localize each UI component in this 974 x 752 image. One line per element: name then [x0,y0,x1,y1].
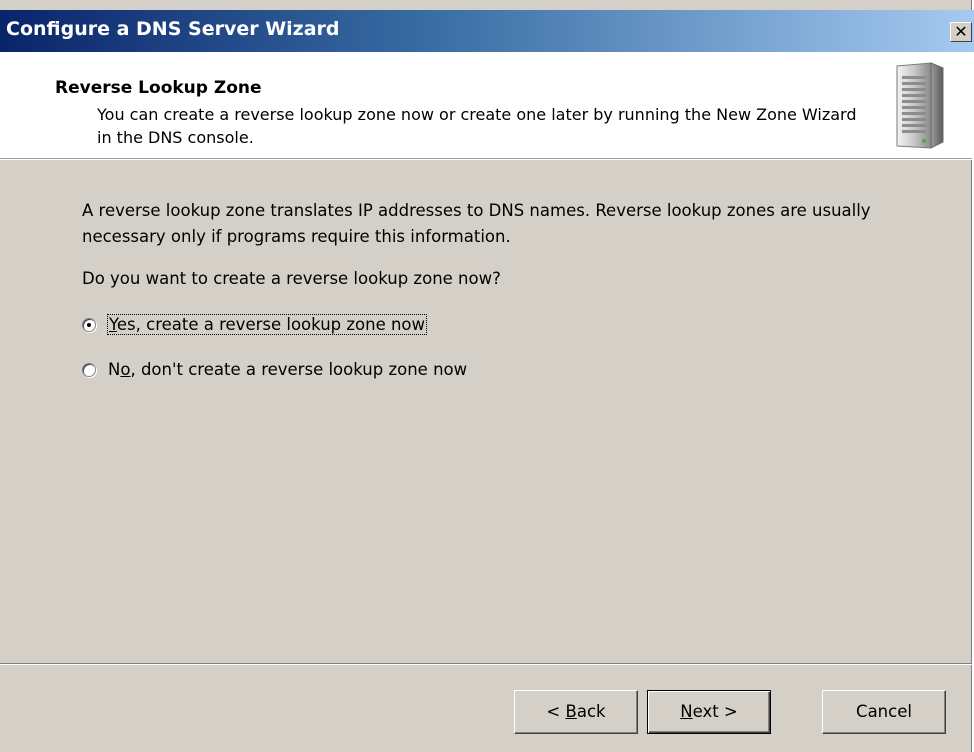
close-icon: ✕ [954,22,968,41]
radio-no-accel: o [120,360,131,379]
back-label-pre: < [546,702,566,721]
wizard-header: Reverse Lookup Zone You can create a rev… [0,52,972,160]
radio-yes[interactable] [82,317,96,332]
radio-no-label[interactable]: No, don't create a reverse lookup zone n… [108,360,467,379]
footer-divider [0,663,972,665]
description-text: A reverse lookup zone translates IP addr… [82,201,871,246]
radio-yes-label-post: es, create a reverse lookup zone now [116,315,426,334]
radio-yes-accel: Y [109,315,117,334]
radio-no[interactable] [82,362,96,377]
back-accel: B [565,702,577,721]
window-title: Configure a DNS Server Wizard [6,18,340,40]
close-button[interactable]: ✕ [950,22,972,42]
next-accel: N [680,702,693,721]
page-subtitle: You can create a reverse lookup zone now… [97,105,857,147]
radio-yes-label[interactable]: Yes, create a reverse lookup zone now [106,314,428,335]
back-label-post: ack [576,702,606,721]
server-icon [896,62,944,149]
radio-yes-option[interactable]: Yes, create a reverse lookup zone now [82,314,428,335]
question-text: Do you want to create a reverse lookup z… [82,269,501,288]
radio-no-label-pre: N [108,360,121,379]
radio-no-option[interactable]: No, don't create a reverse lookup zone n… [82,360,467,379]
page-title: Reverse Lookup Zone [55,78,262,98]
next-label-post: ext > [692,702,738,721]
title-bar[interactable]: Configure a DNS Server Wizard ✕ [0,10,974,52]
back-button[interactable]: < Back [514,690,638,734]
cancel-button[interactable]: Cancel [822,690,946,734]
radio-no-label-post: , don't create a reverse lookup zone now [130,360,468,379]
next-button[interactable]: Next > [647,690,771,734]
wizard-window: Configure a DNS Server Wizard ✕ Reverse … [0,0,974,752]
